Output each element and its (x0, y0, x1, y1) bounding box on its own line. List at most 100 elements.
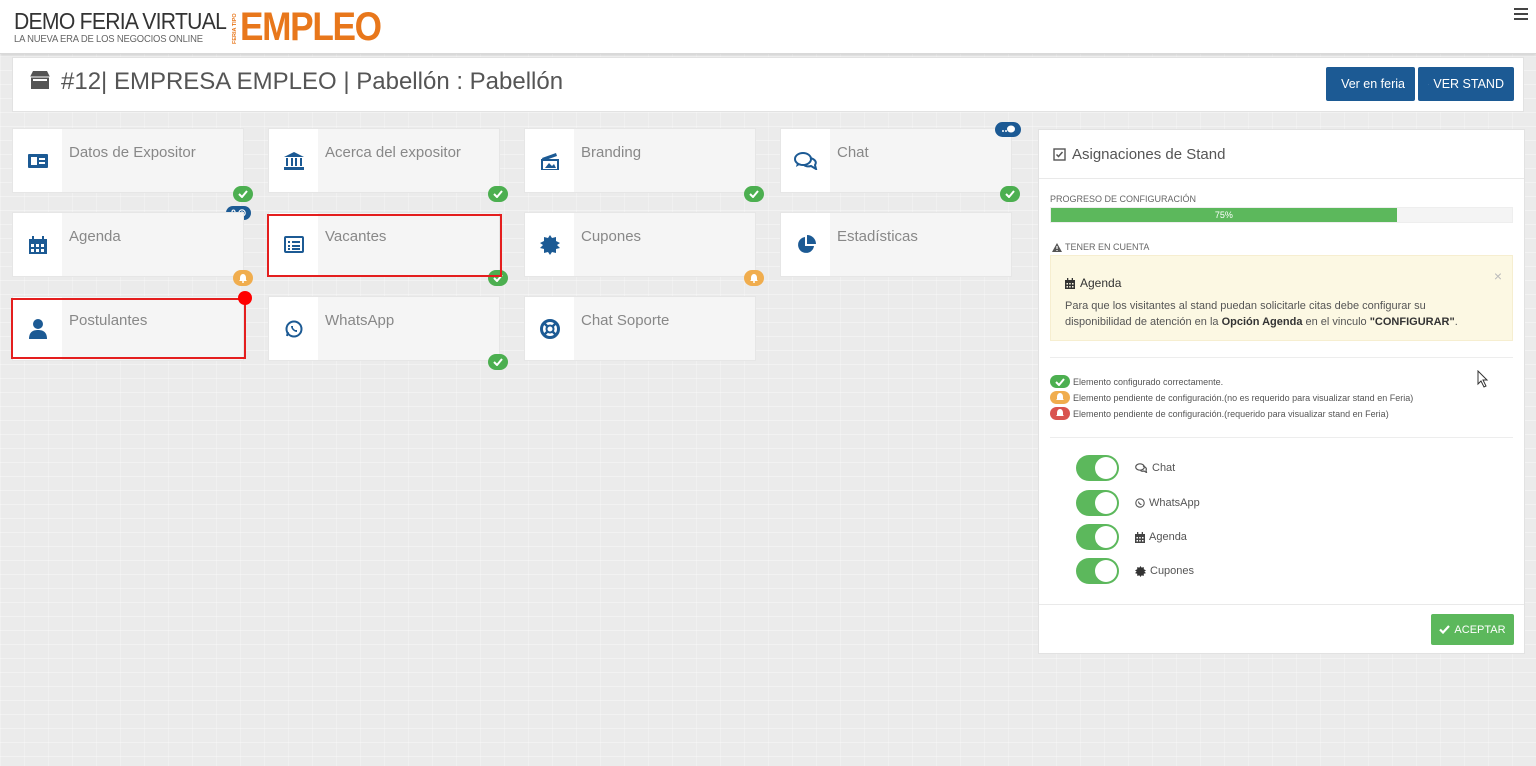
bank-icon (283, 151, 304, 170)
card-estadisticas[interactable]: Estadísticas (780, 212, 1012, 277)
card-label: WhatsApp (325, 312, 395, 329)
progress-label: PROGRESO DE CONFIGURACIÓN (1050, 194, 1197, 204)
alert-text-bold: Opción Agenda (1221, 316, 1303, 328)
toggle-row-cupones: Cupones (1076, 558, 1194, 584)
legend-text: Elemento pendiente de configuración.(req… (1073, 408, 1389, 419)
chat-icon (1135, 463, 1148, 473)
alert-title-text: Agenda (1080, 276, 1122, 290)
status-warn-bell-icon (744, 270, 764, 286)
card-label: Agenda (69, 228, 121, 245)
calendar-icon (1135, 531, 1145, 543)
check-icon (1050, 375, 1070, 388)
legend-text: Elemento configurado correctamente. (1073, 376, 1224, 387)
top-bar: DEMO FERIA VIRTUAL LA NUEVA ERA DE LOS N… (0, 0, 1536, 54)
toggle-label-agenda: Agenda (1149, 531, 1187, 543)
page-header: #12| EMPRESA EMPLEO | Pabellón : Pabelló… (12, 57, 1524, 112)
divider (1050, 357, 1513, 358)
card-branding[interactable]: Branding (524, 128, 756, 193)
divider (1050, 437, 1513, 438)
status-ok-icon (744, 186, 764, 202)
ver-stand-label: VER STAND (1433, 77, 1504, 91)
alert-title: Agenda (1065, 276, 1121, 290)
ver-en-feria-button[interactable]: Ver en feria (1326, 67, 1415, 101)
alert-text-part: en el vinculo (1302, 316, 1370, 328)
store-icon (30, 71, 50, 89)
check-icon (1439, 625, 1451, 634)
alert-text: Para que los visitantes al stand puedan … (1065, 298, 1485, 330)
chat-bubble-icon (995, 122, 1021, 137)
status-ok-icon (1000, 186, 1020, 202)
vacantes-highlight-frame (267, 214, 502, 277)
card-label: Chat (837, 144, 869, 161)
card-datos-expositor[interactable]: Datos de Expositor (12, 128, 244, 193)
agenda-alert: × Agenda Para que los visitantes al stan… (1050, 255, 1513, 341)
accept-button[interactable]: ACEPTAR (1431, 614, 1514, 645)
ver-stand-button[interactable]: VER STAND (1418, 67, 1514, 101)
alert-close-button[interactable]: × (1494, 268, 1502, 284)
cupones-toggle[interactable] (1076, 558, 1119, 584)
toggle-label-cupones: Cupones (1150, 565, 1195, 577)
brand-sub-text: LA NUEVA ERA DE LOS NEGOCIOS ONLINE (14, 33, 203, 45)
postulantes-highlight-frame (11, 298, 246, 359)
whatsapp-toggle[interactable] (1076, 490, 1119, 516)
card-label: Datos de Expositor (69, 144, 196, 161)
panel-footer-divider (1039, 604, 1524, 605)
status-ok-icon (488, 354, 508, 370)
card-cupones[interactable]: Cupones (524, 212, 756, 277)
calendar-icon (1065, 277, 1075, 289)
card-chat[interactable]: Chat (780, 128, 1012, 193)
card-label: Acerca del expositor (325, 144, 461, 161)
whatsapp-icon (285, 320, 302, 337)
toggle-row-whatsapp: WhatsApp (1076, 490, 1200, 516)
card-acerca-expositor[interactable]: Acerca del expositor (268, 128, 500, 193)
card-label: Estadísticas (837, 228, 918, 245)
accept-label: ACEPTAR (1454, 623, 1506, 636)
card-whatsapp[interactable]: WhatsApp (268, 296, 500, 361)
certificate-icon (539, 234, 560, 255)
status-warn-bell-icon (233, 270, 253, 286)
brand-logo[interactable]: DEMO FERIA VIRTUAL LA NUEVA ERA DE LOS N… (14, 9, 245, 45)
checkbox-icon (1053, 148, 1066, 161)
toggle-label-chat: Chat (1152, 462, 1176, 474)
certificate-icon (1135, 565, 1146, 577)
id-card-icon (27, 153, 48, 168)
calendar-icon (28, 235, 47, 254)
status-ok-icon (488, 186, 508, 202)
chat-icon (793, 151, 817, 170)
life-ring-icon (539, 318, 560, 339)
brand-empleo-text: EMPLEO (240, 5, 382, 49)
brand-tipo-text: FERIA TIPO (232, 13, 238, 44)
progress-fill: 75% (1051, 208, 1397, 222)
legend-text: Elemento pendiente de configuración.(no … (1073, 392, 1414, 403)
stand-assignments-panel: Asignaciones de Stand PROGRESO DE CONFIG… (1038, 129, 1525, 654)
status-required-dot (238, 291, 252, 305)
pie-chart-icon (797, 234, 816, 253)
legend-item-required: Elemento pendiente de configuración.(req… (1050, 407, 1389, 420)
card-chat-soporte[interactable]: Chat Soporte (524, 296, 756, 361)
status-ok-icon (233, 186, 253, 202)
alert-text-part: . (1454, 316, 1458, 328)
legend-item-warn: Elemento pendiente de configuración.(no … (1050, 391, 1413, 404)
panel-title: Asignaciones de Stand (1072, 146, 1226, 163)
toggle-label-whatsapp: WhatsApp (1149, 497, 1200, 509)
agenda-toggle[interactable] (1076, 524, 1119, 550)
card-label: Cupones (581, 228, 642, 245)
chat-toggle[interactable] (1076, 455, 1119, 481)
image-box-icon (540, 152, 559, 170)
legend-item-ok: Elemento configurado correctamente. (1050, 375, 1223, 388)
page-title: #12| EMPRESA EMPLEO | Pabellón : Pabelló… (61, 68, 564, 95)
bell-icon (1050, 407, 1070, 420)
ver-en-feria-label: Ver en feria (1341, 77, 1405, 91)
hamburger-menu-icon[interactable] (1514, 8, 1528, 20)
alert-text-bold: "CONFIGURAR" (1369, 316, 1455, 328)
bell-icon (1050, 391, 1070, 404)
panel-header: Asignaciones de Stand (1039, 130, 1524, 179)
toggle-row-agenda: Agenda (1076, 524, 1187, 550)
mouse-cursor-icon (1477, 370, 1489, 388)
toggle-row-chat: Chat (1076, 455, 1175, 481)
notice-label: TENER EN CUENTA (1052, 242, 1149, 252)
notice-label-text: TENER EN CUENTA (1065, 242, 1150, 252)
card-agenda[interactable]: Agenda (12, 212, 244, 277)
card-label: Chat Soporte (581, 312, 670, 329)
card-label: Branding (581, 144, 642, 161)
